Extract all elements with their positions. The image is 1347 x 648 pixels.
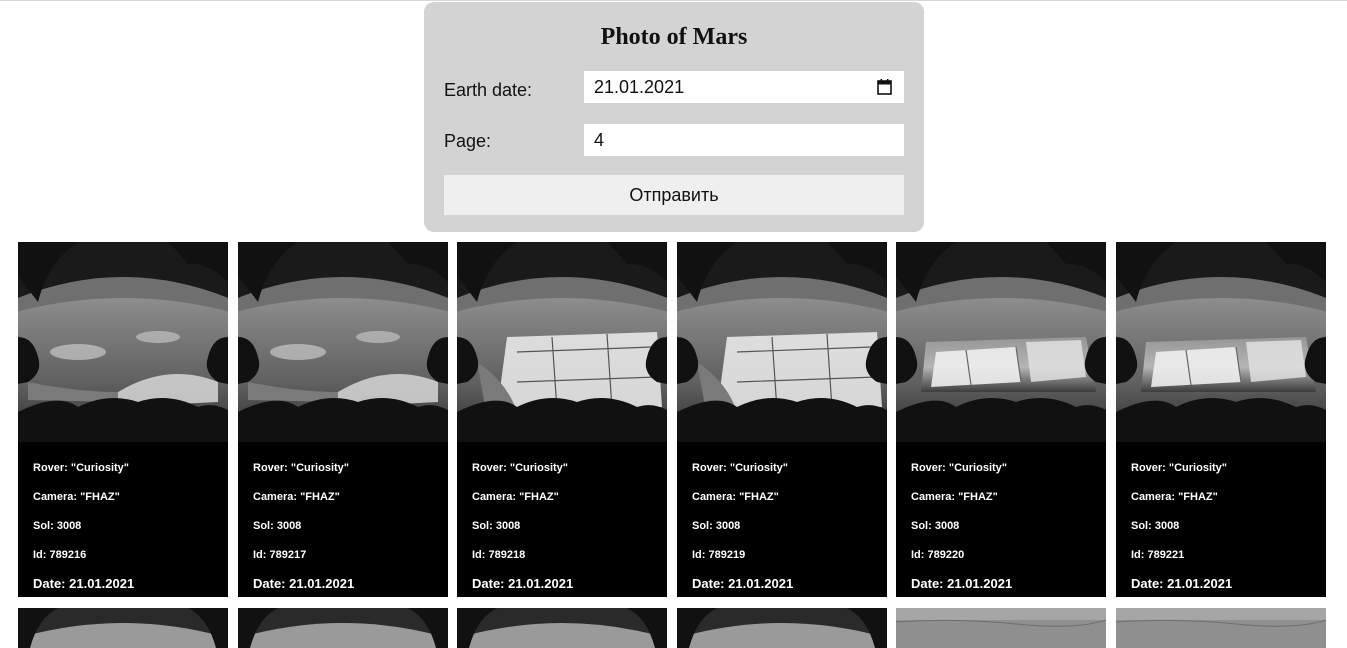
top-divider: [0, 0, 1347, 1]
mars-photo: [1116, 608, 1326, 648]
date-text: Date: 21.01.2021: [472, 576, 574, 591]
earth-date-label: Earth date:: [444, 80, 533, 100]
sol-text: Sol: 3008: [253, 520, 302, 532]
calendar-icon[interactable]: [877, 79, 892, 95]
sol-text: Sol: 3008: [1131, 520, 1180, 532]
sol-text: Sol: 3008: [911, 520, 960, 532]
rover-text: Rover: "Curiosity": [33, 462, 130, 474]
sol-text: Sol: 3008: [472, 520, 521, 532]
date-text: Date: 21.01.2021: [1131, 576, 1233, 591]
id-text: Id: 789216: [33, 549, 87, 561]
mars-photo: [457, 608, 667, 648]
photo-card[interactable]: Rover: "Curiosity" Camera: "FHAZ" Sol: 3…: [1116, 242, 1326, 597]
camera-text: Camera: "FHAZ": [253, 491, 340, 503]
rover-text: Rover: "Curiosity": [1131, 462, 1228, 474]
date-text: Date: 21.01.2021: [253, 576, 355, 591]
sol-text: Sol: 3008: [692, 520, 741, 532]
id-text: Id: 789217: [253, 549, 307, 561]
rover-text: Rover: "Curiosity": [911, 462, 1008, 474]
submit-button[interactable]: Отправить: [444, 175, 904, 215]
photo-card[interactable]: Rover: "Curiosity" Camera: "FHAZ" Sol: 3…: [457, 242, 667, 597]
photo-card-next-row[interactable]: [457, 608, 667, 648]
camera-text: Camera: "FHAZ": [911, 491, 998, 503]
photo-search-form: Photo of Mars Earth date: 21.01.2021 Pag…: [424, 2, 924, 232]
photo-card-next-row[interactable]: [896, 608, 1106, 648]
photo-info: Rover: "Curiosity" Camera: "FHAZ" Sol: 3…: [472, 460, 573, 597]
mars-photo: [1116, 242, 1326, 442]
rover-text: Rover: "Curiosity": [692, 462, 789, 474]
date-text: Date: 21.01.2021: [911, 576, 1013, 591]
page-label: Page:: [444, 131, 492, 151]
date-text: Date: 21.01.2021: [33, 576, 135, 591]
form-title: Photo of Mars: [600, 24, 748, 50]
mars-photo: [896, 242, 1106, 442]
rover-text: Rover: "Curiosity": [472, 462, 569, 474]
camera-text: Camera: "FHAZ": [692, 491, 779, 503]
mars-photo: [677, 242, 887, 442]
id-text: Id: 789218: [472, 549, 526, 561]
rover-text: Rover: "Curiosity": [253, 462, 350, 474]
photo-card[interactable]: Rover: "Curiosity" Camera: "FHAZ" Sol: 3…: [238, 242, 448, 597]
photo-info: Rover: "Curiosity" Camera: "FHAZ" Sol: 3…: [692, 460, 793, 597]
photo-card[interactable]: Rover: "Curiosity" Camera: "FHAZ" Sol: 3…: [18, 242, 228, 597]
mars-photo: [238, 608, 448, 648]
id-text: Id: 789220: [911, 549, 965, 561]
photo-info: Rover: "Curiosity" Camera: "FHAZ" Sol: 3…: [1131, 460, 1232, 597]
mars-photo: [457, 242, 667, 442]
photo-card-next-row[interactable]: [18, 608, 228, 648]
photo-card-next-row[interactable]: [1116, 608, 1326, 648]
camera-text: Camera: "FHAZ": [1131, 491, 1218, 503]
sol-text: Sol: 3008: [33, 520, 82, 532]
mars-photo: [896, 608, 1106, 648]
camera-text: Camera: "FHAZ": [33, 491, 120, 503]
mars-photo: [677, 608, 887, 648]
date-text: Date: 21.01.2021: [692, 576, 794, 591]
id-text: Id: 789219: [692, 549, 746, 561]
photo-info: Rover: "Curiosity" Camera: "FHAZ" Sol: 3…: [253, 460, 354, 597]
photo-card[interactable]: Rover: "Curiosity" Camera: "FHAZ" Sol: 3…: [677, 242, 887, 597]
page-value: 4: [594, 129, 605, 150]
photo-card-next-row[interactable]: [238, 608, 448, 648]
id-text: Id: 789221: [1131, 549, 1185, 561]
page-input[interactable]: 4: [584, 124, 904, 156]
earth-date-value: 21.01.2021: [594, 76, 685, 97]
camera-text: Camera: "FHAZ": [472, 491, 559, 503]
mars-photo: [18, 608, 228, 648]
photo-card[interactable]: Rover: "Curiosity" Camera: "FHAZ" Sol: 3…: [896, 242, 1106, 597]
mars-photo: [238, 242, 448, 442]
mars-photo: [18, 242, 228, 442]
photo-info: Rover: "Curiosity" Camera: "FHAZ" Sol: 3…: [911, 460, 1012, 597]
earth-date-input[interactable]: 21.01.2021: [584, 71, 904, 103]
photo-info: Rover: "Curiosity" Camera: "FHAZ" Sol: 3…: [33, 460, 134, 597]
photo-card-next-row[interactable]: [677, 608, 887, 648]
